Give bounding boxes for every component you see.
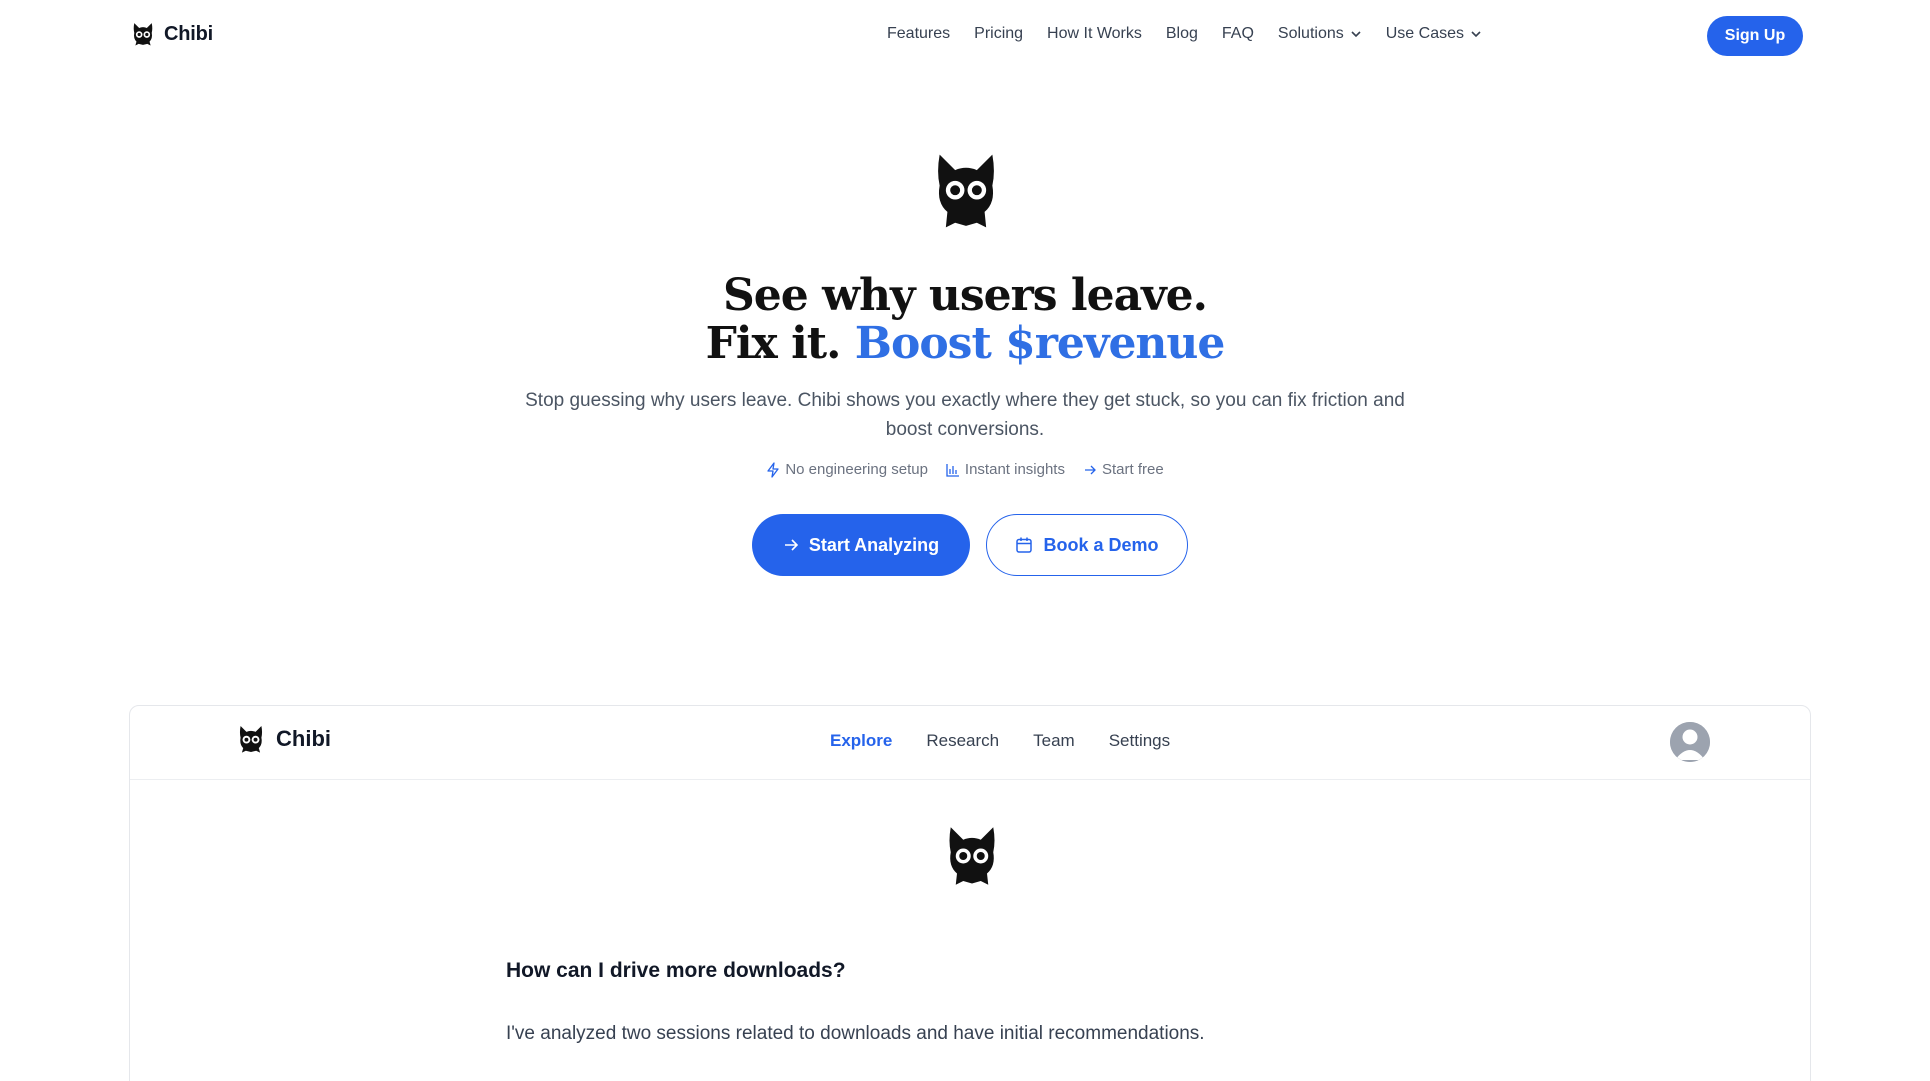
brand-name: Chibi	[164, 22, 213, 45]
app-preview-card: Chibi Explore Research Team Settings How…	[129, 705, 1811, 1081]
preview-brand-name: Chibi	[276, 726, 331, 751]
arrow-right-icon	[1084, 465, 1096, 474]
hero-subtitle: Stop guessing why users leave. Chibi sho…	[525, 390, 1405, 440]
nav-label: Solutions	[1277, 25, 1344, 42]
chevron-down-icon	[1351, 31, 1361, 38]
book-demo-label: Book a Demo	[1043, 534, 1159, 555]
lightning-icon	[767, 461, 779, 478]
brand-logo-link[interactable]: Chibi	[132, 22, 213, 46]
nav-how-it-works[interactable]: How It Works	[1047, 25, 1142, 43]
tab-team[interactable]: Team	[1033, 731, 1075, 751]
chat-question: How can I drive more downloads?	[506, 959, 846, 982]
cat-logo-icon	[938, 154, 994, 228]
cat-logo-icon	[949, 827, 995, 885]
book-demo-button[interactable]: Book a Demo	[986, 514, 1188, 576]
tab-settings[interactable]: Settings	[1109, 731, 1170, 751]
cat-logo-icon	[133, 23, 153, 46]
nav-label: Features	[887, 25, 951, 42]
headline-line-2-plain: Fix it.	[705, 318, 842, 369]
headline-line-1: See why users leave.	[723, 270, 1208, 321]
hero-headline: See why users leave. Fix it. Boost $reve…	[0, 272, 1930, 368]
feature-highlights: No engineering setup Instant insights St…	[0, 461, 1930, 478]
hero-cat-logo-icon	[935, 153, 997, 234]
cat-logo-icon	[239, 726, 263, 753]
preview-tabs: Explore Research Team Settings	[830, 731, 1170, 751]
feature-no-engineering: No engineering setup	[766, 461, 928, 478]
start-analyzing-button[interactable]: Start Analyzing	[752, 514, 970, 576]
feature-label: Instant insights	[964, 461, 1065, 478]
nav-label: FAQ	[1221, 25, 1254, 42]
nav-label: Pricing	[974, 25, 1024, 42]
nav-label: Blog	[1165, 25, 1198, 42]
feature-label: No engineering setup	[785, 461, 928, 478]
nav-use-cases-dropdown[interactable]: Use Cases	[1386, 25, 1482, 43]
tab-research[interactable]: Research	[926, 731, 999, 751]
top-navbar: Chibi Features Pricing How It Works Blog…	[0, 0, 1930, 72]
avatar[interactable]	[1670, 722, 1710, 762]
nav-faq[interactable]: FAQ	[1222, 25, 1254, 43]
sign-up-button[interactable]: Sign Up	[1707, 16, 1803, 56]
preview-cat-logo-icon	[947, 826, 997, 891]
main-nav: Features Pricing How It Works Blog FAQ S…	[887, 25, 1482, 43]
nav-solutions-dropdown[interactable]: Solutions	[1278, 25, 1362, 43]
nav-blog[interactable]: Blog	[1166, 25, 1198, 43]
start-analyzing-label: Start Analyzing	[808, 534, 940, 555]
preview-header: Chibi Explore Research Team Settings	[130, 706, 1810, 780]
nav-label: Use Cases	[1385, 25, 1464, 42]
tab-explore[interactable]: Explore	[830, 731, 892, 751]
nav-features[interactable]: Features	[887, 25, 950, 43]
user-avatar-icon	[1670, 722, 1710, 762]
arrow-right-icon	[784, 539, 798, 551]
headline-accent: Boost $revenue	[854, 318, 1226, 369]
chat-answer: I've analyzed two sessions related to do…	[506, 1023, 1205, 1044]
feature-start-free: Start free	[1083, 461, 1164, 478]
nav-pricing[interactable]: Pricing	[974, 25, 1023, 43]
feature-label: Start free	[1101, 461, 1164, 478]
chevron-down-icon	[1471, 31, 1481, 38]
nav-label: How It Works	[1047, 25, 1142, 42]
preview-brand[interactable]: Chibi	[238, 724, 331, 754]
bar-chart-icon	[946, 463, 959, 477]
calendar-icon	[1016, 537, 1033, 553]
feature-instant-insights: Instant insights	[946, 461, 1065, 478]
